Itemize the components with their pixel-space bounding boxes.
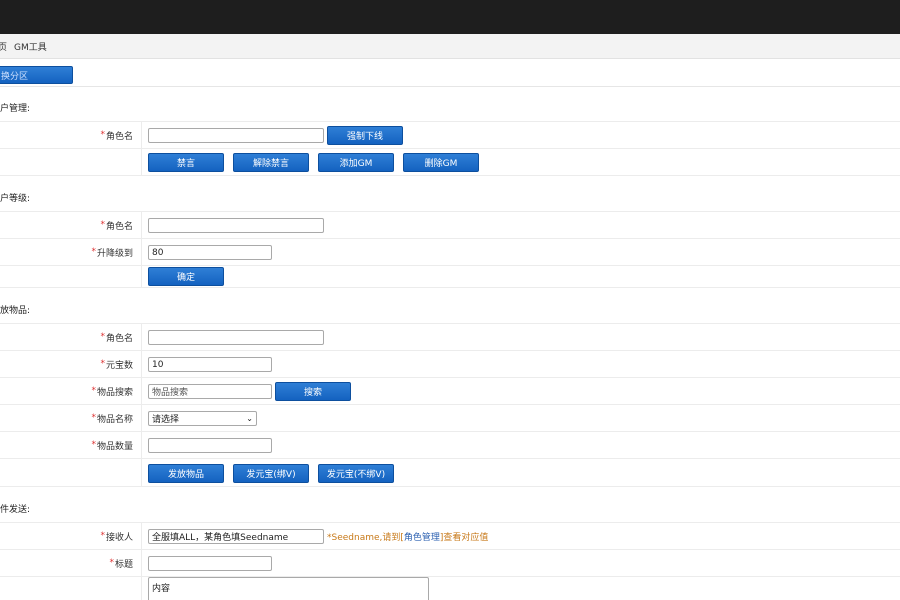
form-row-actions: 禁言 解除禁言 添加GM 删除GM: [0, 149, 900, 176]
send-yuanbao-bind-button[interactable]: 发元宝(绑V): [233, 464, 309, 483]
unmute-button[interactable]: 解除禁言: [233, 153, 309, 172]
section-mail-send: 件发送:: [0, 495, 900, 523]
form-row-item-qty: * 物品数量: [0, 432, 900, 459]
section-send-items: 放物品:: [0, 296, 900, 324]
form-row-role-name: * 角色名: [0, 324, 900, 351]
remove-gm-button[interactable]: 删除GM: [403, 153, 479, 172]
form-row-level: * 升降级到 80: [0, 239, 900, 266]
confirm-button[interactable]: 确定: [148, 267, 224, 286]
mute-button[interactable]: 禁言: [148, 153, 224, 172]
role-name-input[interactable]: [148, 128, 324, 143]
form-row-receiver: * 接收人 全服填ALL，某角色填Seedname *Seedname,请到[角色…: [0, 523, 900, 550]
yuanbao-input[interactable]: 10: [148, 357, 272, 372]
form-row-item-name: * 物品名称 请选择 ⌄: [0, 405, 900, 432]
switch-row: 换分区: [0, 60, 900, 87]
section-player-level: 户等级:: [0, 184, 900, 212]
role-name-input[interactable]: [148, 218, 324, 233]
page-title: GM工具: [14, 42, 47, 53]
chevron-down-icon: ⌄: [246, 414, 253, 423]
section-title: 件发送:: [0, 505, 31, 515]
field-label: 元宝数: [105, 360, 133, 371]
send-yuanbao-unbind-button[interactable]: 发元宝(不绑V): [318, 464, 394, 483]
switch-server-button[interactable]: 换分区: [0, 66, 73, 84]
form-row-role-name: * 角色名: [0, 212, 900, 239]
section-title: 放物品:: [0, 306, 31, 316]
field-label: 角色名: [105, 333, 133, 344]
required-icon: *: [100, 130, 105, 140]
role-name-input[interactable]: [148, 330, 324, 345]
add-gm-button[interactable]: 添加GM: [318, 153, 394, 172]
search-button[interactable]: 搜索: [275, 382, 351, 401]
breadcrumb: 页 GM工具: [0, 34, 900, 59]
field-label: 角色名: [105, 221, 133, 232]
form-row-yuanbao: * 元宝数 10: [0, 351, 900, 378]
required-icon: *: [91, 386, 96, 396]
form-row-content: 内容: [0, 577, 900, 600]
section-title: 户管理:: [0, 104, 31, 114]
field-label: 物品名称: [96, 414, 133, 425]
field-label: 升降级到: [96, 248, 133, 259]
item-qty-input[interactable]: [148, 438, 272, 453]
form-row-send-actions: 发放物品 发元宝(绑V) 发元宝(不绑V): [0, 459, 900, 487]
send-items-button[interactable]: 发放物品: [148, 464, 224, 483]
title-input[interactable]: [148, 556, 272, 571]
form-row-title: * 标题: [0, 550, 900, 577]
receiver-input[interactable]: 全服填ALL，某角色填Seedname: [148, 529, 324, 544]
field-label: 物品搜索: [96, 387, 133, 398]
section-player-management: 户管理:: [0, 94, 900, 122]
item-name-select[interactable]: 请选择 ⌄: [148, 411, 257, 426]
form-row-role-name: * 角色名 强制下线: [0, 122, 900, 149]
field-label: 接收人: [105, 532, 133, 543]
receiver-hint: *Seedname,请到[角色管理]查看对应值: [327, 533, 489, 543]
field-label: 标题: [114, 559, 133, 570]
force-offline-button[interactable]: 强制下线: [327, 126, 403, 145]
top-bar: [0, 0, 900, 34]
required-icon: *: [109, 558, 114, 568]
required-icon: *: [100, 531, 105, 541]
item-search-input[interactable]: 物品搜索: [148, 384, 272, 399]
role-management-link[interactable]: 角色管理: [404, 533, 440, 543]
required-icon: *: [100, 220, 105, 230]
field-label: 角色名: [105, 131, 133, 142]
breadcrumb-home[interactable]: 页: [0, 40, 7, 53]
field-label: 物品数量: [96, 441, 133, 452]
level-input[interactable]: 80: [148, 245, 272, 260]
content-textarea[interactable]: 内容: [148, 577, 429, 600]
required-icon: *: [91, 247, 96, 257]
required-icon: *: [100, 332, 105, 342]
form-row-item-search: * 物品搜索 物品搜索 搜索: [0, 378, 900, 405]
form-row-confirm: 确定: [0, 266, 900, 288]
required-icon: *: [91, 440, 96, 450]
required-icon: *: [100, 359, 105, 369]
select-value: 请选择: [152, 415, 180, 425]
required-icon: *: [91, 413, 96, 423]
section-title: 户等级:: [0, 194, 31, 204]
